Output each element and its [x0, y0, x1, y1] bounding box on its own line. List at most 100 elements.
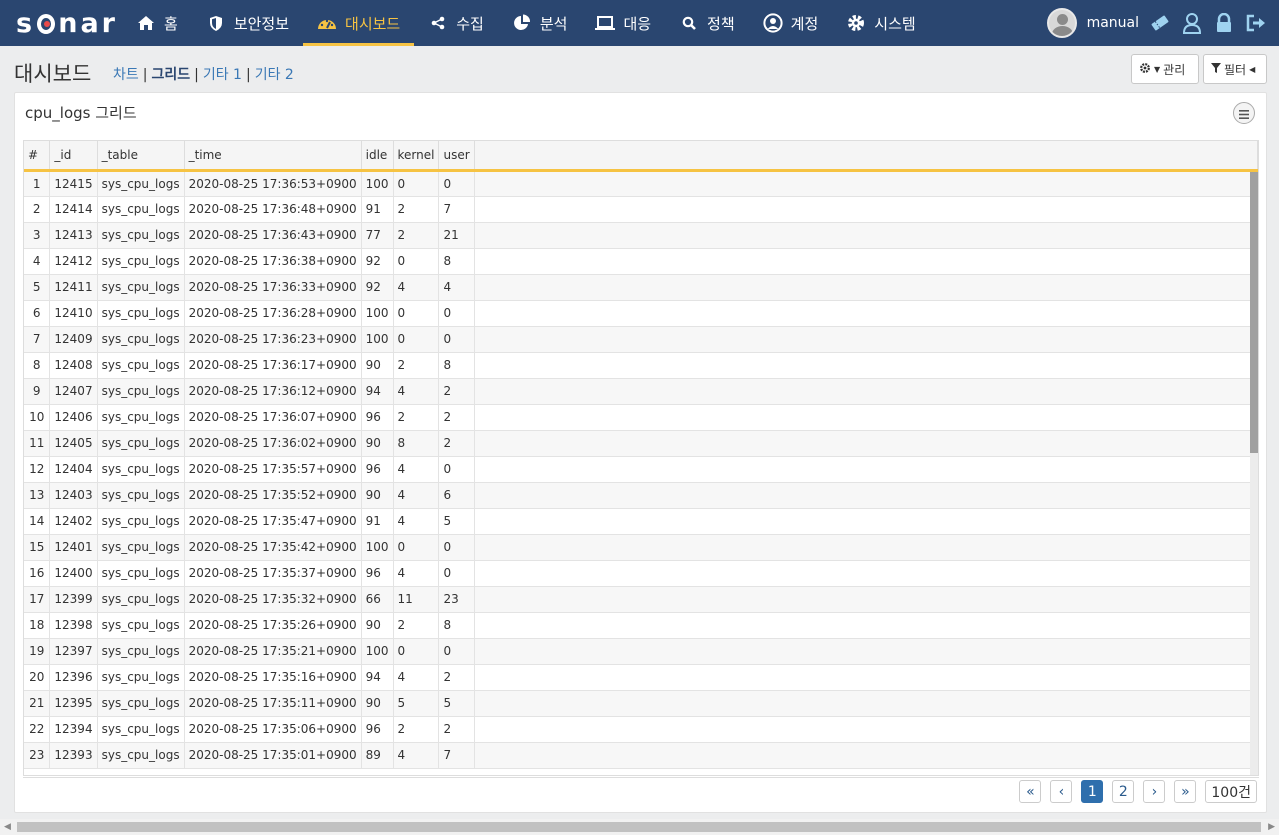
page-scrollbar-thumb[interactable] — [17, 822, 1261, 832]
filler-cell — [474, 430, 1258, 457]
table-row[interactable]: 21 12395 sys_cpu_logs 2020-08-25 17:35:11+0… — [24, 690, 1258, 717]
lock-icon[interactable] — [1213, 12, 1235, 34]
scroll-left-icon[interactable]: ◀ — [4, 822, 11, 832]
nav-item-2[interactable]: 대시보드 — [303, 0, 415, 46]
column-header-id[interactable]: _id — [49, 141, 98, 172]
row-number-cell: 4 — [24, 248, 51, 275]
nav-item-0[interactable]: 홈 — [122, 0, 192, 46]
grid-vertical-scrollbar[interactable] — [1250, 172, 1258, 775]
last-page-button[interactable]: » — [1174, 780, 1197, 803]
table-row[interactable]: 22 12394 sys_cpu_logs 2020-08-25 17:35:06+0… — [24, 716, 1258, 743]
filter-button[interactable]: 필터 ◀ — [1203, 54, 1267, 84]
table-row[interactable]: 23 12393 sys_cpu_logs 2020-08-25 17:35:01+0… — [24, 742, 1258, 769]
id-cell: 12402 — [49, 508, 98, 535]
grid-scrollbar-thumb[interactable] — [1250, 172, 1258, 453]
column-header-number[interactable]: # — [24, 141, 51, 172]
row-number-cell: 2 — [24, 196, 51, 223]
sonar-logo[interactable]: s nar — [0, 8, 118, 39]
row-number-cell: 18 — [24, 612, 51, 639]
table-row[interactable]: 12 12404 sys_cpu_logs 2020-08-25 17:35:57+0… — [24, 456, 1258, 483]
caret-down-icon: ▼ — [1154, 64, 1161, 74]
user-name[interactable]: manual — [1087, 15, 1139, 31]
scroll-right-icon[interactable]: ▶ — [1268, 822, 1275, 832]
column-header-kernel[interactable]: kernel — [393, 141, 440, 172]
filler-cell — [474, 352, 1258, 379]
id-cell: 12412 — [49, 248, 98, 275]
table-row[interactable]: 8 12408 sys_cpu_logs 2020-08-25 17:36:17+09… — [24, 352, 1258, 379]
ticket-icon[interactable] — [1149, 12, 1171, 34]
column-header-table[interactable]: _table — [97, 141, 185, 172]
subnav-etc-1[interactable]: 기타 1 — [203, 67, 242, 83]
table-row[interactable]: 4 12412 sys_cpu_logs 2020-08-25 17:36:38+09… — [24, 248, 1258, 275]
table-row[interactable]: 13 12403 sys_cpu_logs 2020-08-25 17:35:52+0… — [24, 482, 1258, 509]
manage-button[interactable]: ▼ 관리 — [1131, 54, 1199, 84]
prev-page-button[interactable]: ‹ — [1050, 780, 1073, 803]
nav-item-4[interactable]: 분석 — [498, 0, 582, 46]
user-cell: 2 — [438, 404, 475, 431]
table-row[interactable]: 5 12411 sys_cpu_logs 2020-08-25 17:36:33+09… — [24, 274, 1258, 301]
column-header-user[interactable]: user — [438, 141, 475, 172]
table-row[interactable]: 1 12415 sys_cpu_logs 2020-08-25 17:36:53+09… — [24, 170, 1258, 197]
subnav-chart[interactable]: 차트 — [113, 67, 139, 83]
page-size-selector[interactable]: 100건 — [1205, 780, 1257, 803]
table-cell: sys_cpu_logs — [97, 430, 185, 457]
page-button-2[interactable]: 2 — [1112, 780, 1135, 803]
filler-cell — [474, 222, 1258, 249]
nav-item-1[interactable]: 보안정보 — [192, 0, 303, 46]
nav-item-6[interactable]: 정책 — [665, 0, 749, 46]
column-header-idle[interactable]: idle — [361, 141, 394, 172]
id-cell: 12408 — [49, 352, 98, 379]
first-page-button[interactable]: « — [1019, 780, 1042, 803]
table-row[interactable]: 2 12414 sys_cpu_logs 2020-08-25 17:36:48+09… — [24, 196, 1258, 223]
table-row[interactable]: 20 12396 sys_cpu_logs 2020-08-25 17:35:16+0… — [24, 664, 1258, 691]
filter-icon — [1211, 62, 1221, 77]
table-row[interactable]: 10 12406 sys_cpu_logs 2020-08-25 17:36:07+0… — [24, 404, 1258, 431]
kernel-cell: 5 — [393, 690, 440, 717]
table-row[interactable]: 11 12405 sys_cpu_logs 2020-08-25 17:36:02+0… — [24, 430, 1258, 457]
table-row[interactable]: 3 12413 sys_cpu_logs 2020-08-25 17:36:43+09… — [24, 222, 1258, 249]
table-row[interactable]: 7 12409 sys_cpu_logs 2020-08-25 17:36:23+09… — [24, 326, 1258, 353]
id-cell: 12395 — [49, 690, 98, 717]
table-row[interactable]: 15 12401 sys_cpu_logs 2020-08-25 17:35:42+0… — [24, 534, 1258, 561]
table-row[interactable]: 6 12410 sys_cpu_logs 2020-08-25 17:36:28+09… — [24, 300, 1258, 327]
table-cell: sys_cpu_logs — [97, 534, 185, 561]
id-cell: 12406 — [49, 404, 98, 431]
logout-icon[interactable] — [1245, 12, 1267, 34]
page-horizontal-scrollbar[interactable]: ◀ ▶ — [0, 819, 1279, 835]
time-cell: 2020-08-25 17:35:37+0900 — [184, 560, 362, 587]
user-outline-icon[interactable] — [1181, 12, 1203, 34]
panel-menu-button[interactable] — [1233, 102, 1255, 124]
page-button-1[interactable]: 1 — [1081, 780, 1104, 803]
table-row[interactable]: 16 12400 sys_cpu_logs 2020-08-25 17:35:37+0… — [24, 560, 1258, 587]
time-cell: 2020-08-25 17:36:23+0900 — [184, 326, 362, 353]
table-cell: sys_cpu_logs — [97, 690, 185, 717]
subnav-etc-2[interactable]: 기타 2 — [255, 67, 294, 83]
kernel-cell: 0 — [393, 534, 440, 561]
table-cell: sys_cpu_logs — [97, 352, 185, 379]
column-header-time[interactable]: _time — [184, 141, 362, 172]
table-row[interactable]: 9 12407 sys_cpu_logs 2020-08-25 17:36:12+09… — [24, 378, 1258, 405]
table-row[interactable]: 18 12398 sys_cpu_logs 2020-08-25 17:35:26+0… — [24, 612, 1258, 639]
nav-item-3[interactable]: 수집 — [414, 0, 498, 46]
id-cell: 12407 — [49, 378, 98, 405]
nav-item-7[interactable]: 계정 — [749, 0, 833, 46]
row-number-cell: 16 — [24, 560, 51, 587]
id-cell: 12410 — [49, 300, 98, 327]
top-navbar: s nar 홈 보안정보 대시보드 수집 분석 대응 정책 계정 시스템 manual — [0, 0, 1279, 46]
nav-item-5[interactable]: 대응 — [581, 0, 665, 46]
nav-item-8[interactable]: 시스템 — [832, 0, 929, 46]
subnav-grid[interactable]: 그리드 — [151, 67, 190, 83]
user-cell: 8 — [438, 248, 475, 275]
table-row[interactable]: 17 12399 sys_cpu_logs 2020-08-25 17:35:32+0… — [24, 586, 1258, 613]
laptop-icon — [595, 14, 616, 32]
table-row[interactable]: 19 12397 sys_cpu_logs 2020-08-25 17:35:21+0… — [24, 638, 1258, 665]
user-cell: 0 — [438, 170, 475, 197]
avatar[interactable] — [1046, 8, 1077, 38]
kernel-cell: 2 — [393, 222, 440, 249]
kernel-cell: 2 — [393, 404, 440, 431]
time-cell: 2020-08-25 17:35:16+0900 — [184, 664, 362, 691]
gear-icon — [846, 14, 866, 32]
id-cell: 12400 — [49, 560, 98, 587]
next-page-button[interactable]: › — [1143, 780, 1166, 803]
table-row[interactable]: 14 12402 sys_cpu_logs 2020-08-25 17:35:47+0… — [24, 508, 1258, 535]
